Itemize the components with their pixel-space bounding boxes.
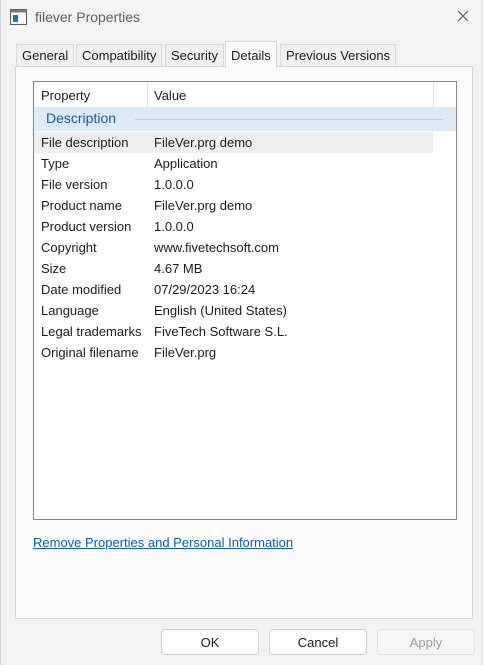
- property-value: 1.0.0.0: [154, 219, 194, 234]
- detail-row[interactable]: Date modified 07/29/2023 16:24: [34, 279, 456, 300]
- detail-row[interactable]: File version 1.0.0.0: [34, 174, 456, 195]
- group-description[interactable]: Description: [34, 107, 456, 131]
- property-value: FileVer.prg: [154, 345, 217, 360]
- detail-row[interactable]: Language English (United States): [34, 300, 456, 321]
- property-name: Product version: [41, 219, 132, 234]
- window-title: filever Properties: [35, 9, 141, 25]
- detail-row[interactable]: Type Application: [34, 153, 456, 174]
- column-property[interactable]: Property: [41, 88, 90, 103]
- property-name: Type: [41, 156, 70, 171]
- group-divider-line: [135, 119, 443, 120]
- detail-row[interactable]: Legal trademarks FiveTech Software S.L.: [34, 321, 456, 342]
- property-name: File description: [41, 135, 129, 150]
- property-name: Copyright: [41, 240, 97, 255]
- detail-row[interactable]: File description FileVer.prg demo: [34, 132, 456, 153]
- property-name: File version: [41, 177, 108, 192]
- details-list[interactable]: Property Value Description File descript…: [33, 81, 457, 520]
- app-window-icon: [10, 9, 27, 25]
- detail-row[interactable]: Size 4.67 MB: [34, 258, 456, 279]
- group-label: Description: [46, 110, 117, 126]
- details-panel: Property Value Description File descript…: [15, 66, 473, 619]
- tab-previous-versions[interactable]: Previous Versions: [280, 44, 397, 66]
- column-header: Property Value: [34, 82, 456, 107]
- detail-row[interactable]: Original filename FileVer.prg: [34, 342, 456, 363]
- property-value: FileVer.prg demo: [154, 135, 253, 150]
- close-button[interactable]: [448, 3, 478, 31]
- property-name: Date modified: [41, 282, 122, 297]
- property-value: English (United States): [154, 303, 287, 318]
- column-divider[interactable]: [147, 82, 148, 107]
- remove-properties-link[interactable]: Remove Properties and Personal Informati…: [33, 535, 293, 550]
- close-icon: [457, 10, 469, 25]
- property-value: www.fivetechsoft.com: [154, 240, 279, 255]
- tab-general[interactable]: General: [16, 44, 75, 66]
- property-name: Legal trademarks: [41, 324, 142, 339]
- column-divider[interactable]: [433, 82, 434, 107]
- property-value: 1.0.0.0: [154, 177, 194, 192]
- detail-row[interactable]: Product version 1.0.0.0: [34, 216, 456, 237]
- tab-compatibility[interactable]: Compatibility: [76, 44, 163, 66]
- cancel-button[interactable]: Cancel: [269, 629, 367, 655]
- title-bar[interactable]: filever Properties: [1, 0, 483, 36]
- ok-button[interactable]: OK: [161, 629, 259, 655]
- property-value: Application: [154, 156, 218, 171]
- detail-row[interactable]: Product name FileVer.prg demo: [34, 195, 456, 216]
- detail-row[interactable]: Copyright www.fivetechsoft.com: [34, 237, 456, 258]
- property-name: Language: [41, 303, 99, 318]
- property-name: Product name: [41, 198, 122, 213]
- property-value: FileVer.prg demo: [154, 198, 253, 213]
- apply-button[interactable]: Apply: [377, 629, 475, 655]
- properties-window: filever Properties General Compatibility…: [0, 0, 483, 665]
- property-value: FiveTech Software S.L.: [154, 324, 288, 339]
- property-value: 07/29/2023 16:24: [154, 282, 256, 297]
- tab-details[interactable]: Details: [225, 41, 277, 68]
- column-value[interactable]: Value: [154, 88, 186, 103]
- property-name: Size: [41, 261, 67, 276]
- property-name: Original filename: [41, 345, 139, 360]
- tab-security[interactable]: Security: [165, 44, 224, 66]
- property-value: 4.67 MB: [154, 261, 203, 276]
